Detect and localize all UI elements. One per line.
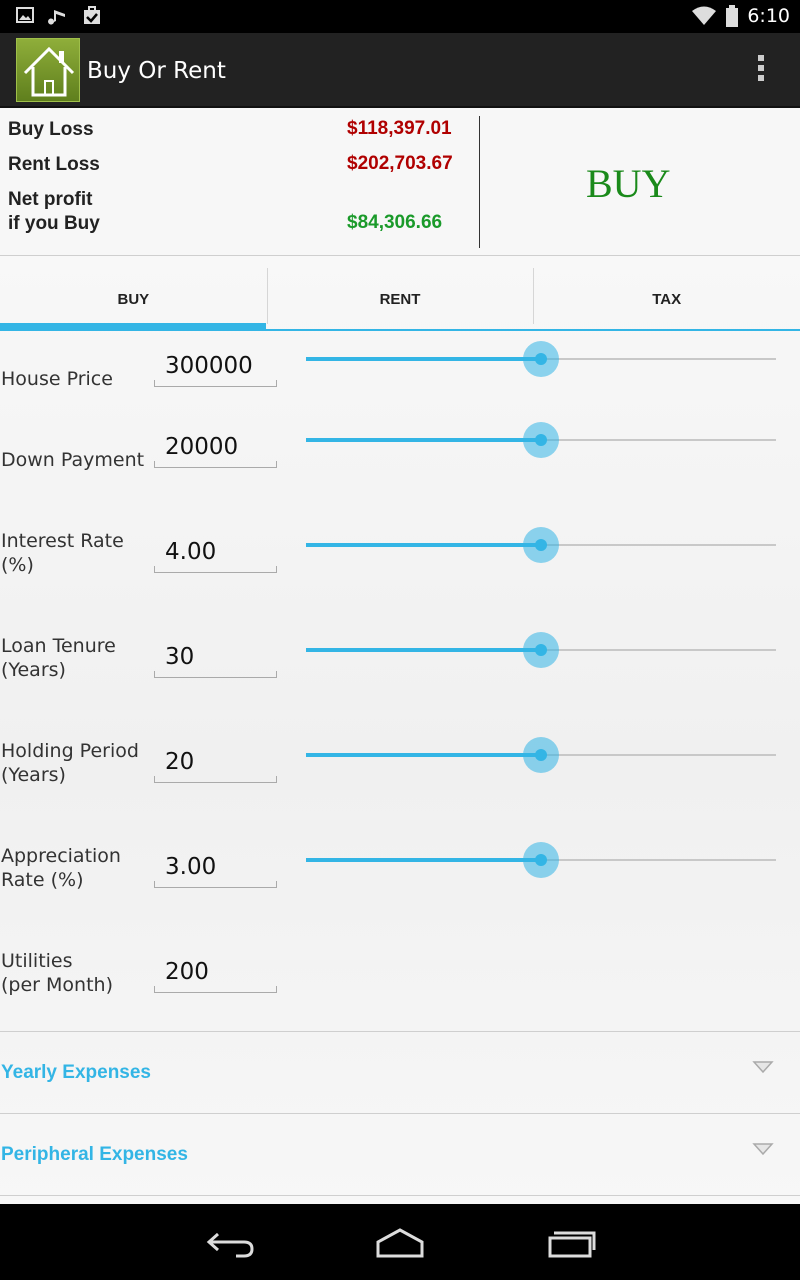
down-payment-label: Down Payment xyxy=(1,449,145,471)
net-profit-label: Net profit if you Buy xyxy=(8,188,100,236)
holding-period-label-line1: Holding Period xyxy=(1,740,139,762)
loan-tenure-input[interactable]: 30 xyxy=(154,638,277,678)
slider-thumb[interactable] xyxy=(523,527,559,563)
home-icon[interactable] xyxy=(370,1224,430,1260)
utilities-label-line1: Utilities xyxy=(1,950,73,972)
loan-tenure-label: Loan Tenure (Years) xyxy=(1,634,116,682)
verdict-text: BUY xyxy=(586,161,671,206)
interest-rate-input[interactable]: 4.00 xyxy=(154,533,277,573)
yearly-expenses-section[interactable]: Yearly Expenses xyxy=(0,1031,800,1113)
loan-tenure-slider[interactable] xyxy=(306,632,776,668)
peripheral-expenses-section[interactable]: Peripheral Expenses xyxy=(0,1113,800,1195)
overflow-menu-icon[interactable] xyxy=(758,55,766,85)
rent-loss-label: Rent Loss xyxy=(8,154,100,175)
appreciation-rate-label-line2: Rate (%) xyxy=(1,869,84,891)
loan-tenure-label-line1: Loan Tenure xyxy=(1,635,116,657)
loan-tenure-label-line2: (Years) xyxy=(1,659,66,681)
main-content: Buy Loss $118,397.01 Rent Loss $202,703.… xyxy=(0,108,800,1204)
house-price-input[interactable]: 300000 xyxy=(154,347,277,387)
summary-panel: Buy Loss $118,397.01 Rent Loss $202,703.… xyxy=(0,108,800,256)
utilities-label: Utilities (per Month) xyxy=(1,949,113,997)
status-bar: 6:10 xyxy=(0,0,800,33)
utilities-label-line2: (per Month) xyxy=(1,974,113,996)
yearly-expenses-label: Yearly Expenses xyxy=(1,1062,151,1083)
chevron-down-icon[interactable] xyxy=(752,1142,774,1156)
navigation-bar xyxy=(0,1204,800,1280)
appreciation-rate-label-line1: Appreciation xyxy=(1,845,121,867)
holding-period-slider[interactable] xyxy=(306,737,776,773)
task-icon xyxy=(84,6,100,24)
buy-loss-label: Buy Loss xyxy=(8,119,94,140)
section-divider xyxy=(0,1195,800,1204)
interest-rate-slider[interactable] xyxy=(306,527,776,563)
wifi-icon xyxy=(692,6,717,25)
slider-thumb[interactable] xyxy=(523,737,559,773)
status-time: 6:10 xyxy=(747,5,790,27)
tab-selected-indicator xyxy=(0,323,266,330)
action-bar: Buy Or Rent xyxy=(0,33,800,108)
app-title: Buy Or Rent xyxy=(87,58,226,84)
holding-period-label: Holding Period (Years) xyxy=(1,739,139,787)
appreciation-rate-slider[interactable] xyxy=(306,842,776,878)
appreciation-rate-label: Appreciation Rate (%) xyxy=(1,844,121,892)
holding-period-input[interactable]: 20 xyxy=(154,743,277,783)
down-payment-input[interactable]: 20000 xyxy=(154,428,277,468)
interest-rate-label: Interest Rate (%) xyxy=(1,529,124,577)
tab-tax[interactable]: TAX xyxy=(533,266,800,332)
house-icon[interactable] xyxy=(16,38,80,102)
interest-rate-label-line2: (%) xyxy=(1,554,34,576)
holding-period-label-line2: (Years) xyxy=(1,764,66,786)
buy-loss-value: $118,397.01 xyxy=(347,118,452,139)
slider-thumb[interactable] xyxy=(523,842,559,878)
image-icon xyxy=(16,7,34,23)
slider-thumb[interactable] xyxy=(523,422,559,458)
house-price-slider[interactable] xyxy=(306,341,776,377)
chevron-down-icon[interactable] xyxy=(752,1060,774,1074)
down-payment-slider[interactable] xyxy=(306,422,776,458)
slider-thumb[interactable] xyxy=(523,632,559,668)
tab-rent[interactable]: RENT xyxy=(266,266,534,332)
recent-apps-icon[interactable] xyxy=(540,1224,600,1260)
net-profit-label-line1: Net profit xyxy=(8,189,93,210)
house-price-label: House Price xyxy=(1,368,113,390)
interest-rate-label-line1: Interest Rate xyxy=(1,530,124,552)
music-icon xyxy=(48,10,65,25)
appreciation-rate-input[interactable]: 3.00 xyxy=(154,848,277,888)
net-profit-value: $84,306.66 xyxy=(347,212,443,233)
rent-loss-value: $202,703.67 xyxy=(347,153,453,174)
net-profit-label-line2: if you Buy xyxy=(8,213,100,234)
battery-icon xyxy=(726,5,739,27)
slider-thumb[interactable] xyxy=(523,341,559,377)
summary-divider xyxy=(479,116,480,248)
utilities-input[interactable]: 200 xyxy=(154,953,277,993)
peripheral-expenses-label: Peripheral Expenses xyxy=(1,1144,188,1165)
back-icon[interactable] xyxy=(200,1224,260,1260)
